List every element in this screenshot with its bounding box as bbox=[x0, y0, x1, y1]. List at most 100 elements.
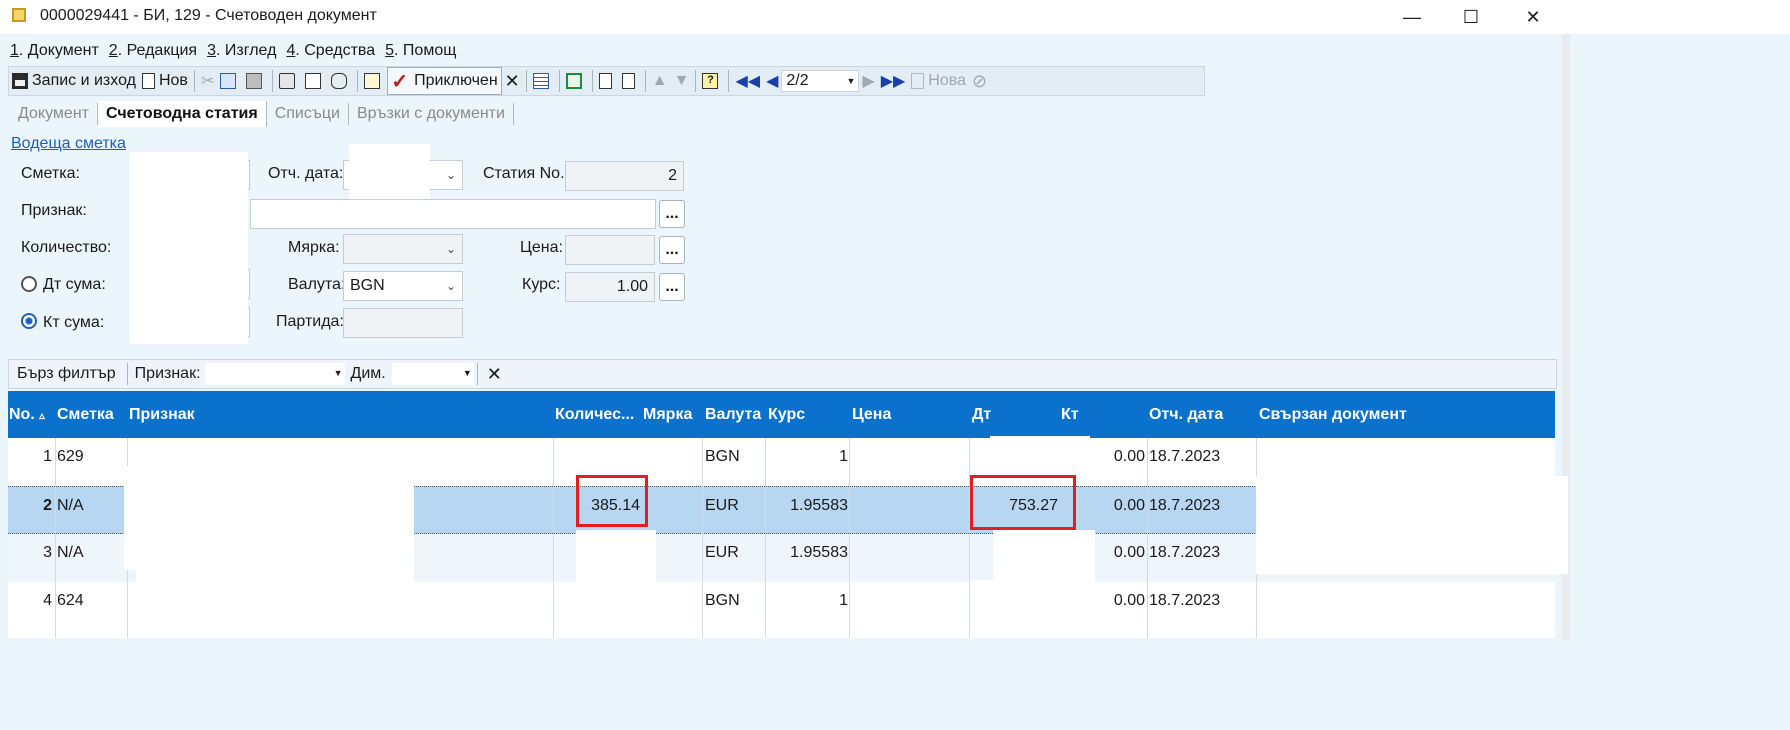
menu-document[interactable]: 1. Документ bbox=[10, 42, 99, 64]
quantity-label: Количество: bbox=[21, 239, 112, 256]
cell-no: 3 bbox=[43, 544, 52, 561]
column-divider bbox=[849, 438, 850, 638]
new-record-button[interactable]: Нова bbox=[908, 68, 969, 94]
col-linked-document[interactable]: Свързан документ bbox=[1259, 406, 1407, 424]
cell-rate: 1.95583 bbox=[790, 497, 848, 514]
edit-button[interactable] bbox=[361, 68, 387, 94]
cell-no: 1 bbox=[43, 448, 52, 465]
help-button[interactable]: ? bbox=[699, 68, 725, 94]
price-browse-button[interactable]: ... bbox=[659, 236, 685, 264]
attribute-field[interactable] bbox=[250, 199, 656, 229]
menu-tools[interactable]: 4. Средства bbox=[286, 42, 375, 64]
col-unit[interactable]: Мярка bbox=[643, 406, 692, 424]
tab-document[interactable]: Документ bbox=[10, 103, 98, 125]
cell-date: 18.7.2023 bbox=[1149, 544, 1221, 561]
col-report-date[interactable]: Отч. дата bbox=[1149, 406, 1223, 424]
redacted-area bbox=[1256, 476, 1568, 574]
col-price[interactable]: Цена bbox=[852, 406, 891, 424]
col-no[interactable]: No. ▵ bbox=[9, 406, 45, 424]
col-quantity[interactable]: Количес... bbox=[555, 406, 634, 424]
first-record-button[interactable]: ◀◀ bbox=[732, 68, 763, 94]
filter-attribute-input[interactable]: ▼ bbox=[204, 363, 345, 385]
disabled-button[interactable]: ⊘ bbox=[969, 68, 990, 94]
checkmark-icon: ✓ bbox=[391, 70, 409, 93]
new-button[interactable]: Нов bbox=[139, 68, 191, 94]
next-record-button[interactable]: ▶ bbox=[859, 68, 877, 94]
dt-sum-label: Дт сума: bbox=[43, 276, 106, 293]
help-icon: ? bbox=[702, 73, 719, 89]
quick-filter-label: Бърз филтър bbox=[17, 365, 116, 382]
menu-view[interactable]: 3. Изглед bbox=[207, 42, 276, 64]
record-selector[interactable]: 2/2 ▼ bbox=[781, 70, 860, 92]
price-field[interactable] bbox=[565, 235, 655, 265]
refresh-button[interactable] bbox=[563, 68, 589, 94]
arrow-down-icon: ▼ bbox=[673, 72, 690, 89]
minimize-button[interactable]: — bbox=[1382, 0, 1442, 34]
col-dt[interactable]: Дт bbox=[972, 406, 991, 424]
col-kt[interactable]: Кт bbox=[1061, 406, 1079, 424]
filter-dim-input[interactable]: ▼ bbox=[391, 363, 474, 385]
last-record-button[interactable]: ▶▶ bbox=[878, 68, 909, 94]
redacted-area bbox=[993, 530, 1095, 584]
paste-document-button[interactable] bbox=[619, 68, 642, 94]
separator bbox=[126, 363, 128, 385]
print-button[interactable] bbox=[276, 68, 302, 94]
col-attribute[interactable]: Признак bbox=[129, 406, 195, 424]
copy-button[interactable] bbox=[217, 68, 243, 94]
cell-kt: 0.00 bbox=[1113, 497, 1145, 514]
lead-account-link[interactable]: Водеща сметка bbox=[11, 135, 126, 153]
toolbar: Запис и изход Нов ✂ ✓ Приключен ✕ ▲ ▼ ? … bbox=[8, 66, 1205, 96]
cell-no: 4 bbox=[43, 592, 52, 609]
save-exit-button[interactable]: Запис и изход bbox=[9, 68, 139, 94]
tab-lists[interactable]: Списъци bbox=[267, 103, 349, 125]
rate-browse-button[interactable]: ... bbox=[659, 273, 685, 301]
copy-document-button[interactable] bbox=[596, 68, 619, 94]
finished-toggle[interactable]: ✓ Приключен bbox=[387, 67, 502, 95]
col-rate[interactable]: Курс bbox=[768, 406, 805, 424]
separator bbox=[591, 70, 593, 92]
list-icon bbox=[532, 73, 549, 89]
cell-account: 624 bbox=[57, 592, 84, 609]
edit-icon bbox=[364, 73, 381, 89]
rate-field[interactable]: 1.00 bbox=[565, 272, 655, 302]
tab-document-links[interactable]: Връзки с документи bbox=[349, 103, 514, 125]
preview-button[interactable] bbox=[302, 68, 328, 94]
cell-currency: EUR bbox=[705, 544, 739, 561]
cell-rate: 1.95583 bbox=[790, 544, 848, 561]
cell-kt: 0.00 bbox=[1113, 448, 1145, 465]
kt-sum-radio[interactable] bbox=[21, 313, 37, 329]
attach-button[interactable] bbox=[328, 68, 354, 94]
move-up-button[interactable]: ▲ bbox=[649, 68, 671, 94]
table-row[interactable]: 4 624 BGN 1 0.00 18.7.2023 bbox=[8, 582, 1555, 638]
paste-button[interactable] bbox=[243, 68, 269, 94]
move-down-button[interactable]: ▼ bbox=[671, 68, 693, 94]
dt-sum-radio[interactable] bbox=[21, 276, 37, 292]
next-icon: ▶ bbox=[862, 73, 875, 90]
batch-field[interactable] bbox=[343, 308, 463, 338]
menu-help[interactable]: 5. Помощ bbox=[385, 42, 456, 64]
unit-select[interactable]: ⌄ bbox=[343, 234, 463, 264]
menu-bar: 1. Документ 2. Редакция 3. Изглед 4. Сре… bbox=[10, 42, 456, 64]
column-divider bbox=[55, 438, 56, 638]
chevron-down-icon: ⌄ bbox=[445, 279, 456, 293]
currency-select[interactable]: BGN ⌄ bbox=[343, 271, 463, 301]
cancel-button[interactable]: ✕ bbox=[502, 68, 523, 94]
column-divider bbox=[1147, 438, 1148, 638]
menu-edit[interactable]: 2. Редакция bbox=[109, 42, 197, 64]
printer-icon bbox=[279, 73, 296, 89]
cell-account: N/A bbox=[57, 544, 84, 561]
scissors-icon: ✂ bbox=[200, 73, 215, 90]
list-button[interactable] bbox=[530, 68, 556, 94]
maximize-button[interactable]: ☐ bbox=[1441, 0, 1501, 34]
prev-record-button[interactable]: ◀ bbox=[763, 68, 781, 94]
attribute-browse-button[interactable]: ... bbox=[659, 200, 685, 228]
cut-button[interactable]: ✂ bbox=[198, 68, 217, 94]
cell-rate: 1 bbox=[839, 448, 848, 465]
col-currency[interactable]: Валута bbox=[705, 406, 761, 424]
cell-date: 18.7.2023 bbox=[1149, 592, 1221, 609]
tab-accounting-entry[interactable]: Счетоводна статия bbox=[97, 101, 267, 127]
clear-filter-button[interactable]: ✕ bbox=[481, 364, 508, 385]
cell-kt: 0.00 bbox=[1113, 592, 1145, 609]
col-account[interactable]: Сметка bbox=[57, 406, 114, 424]
close-button[interactable]: ✕ bbox=[1503, 0, 1563, 34]
